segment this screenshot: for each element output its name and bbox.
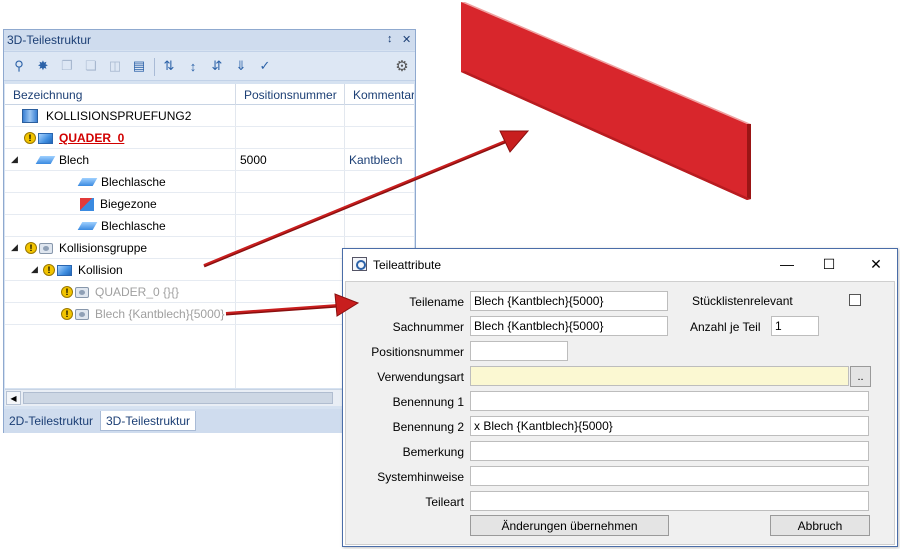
arrow-to-dialog — [225, 293, 360, 317]
arrow-to-3d-object — [203, 130, 530, 268]
annotation-arrows — [203, 130, 530, 317]
